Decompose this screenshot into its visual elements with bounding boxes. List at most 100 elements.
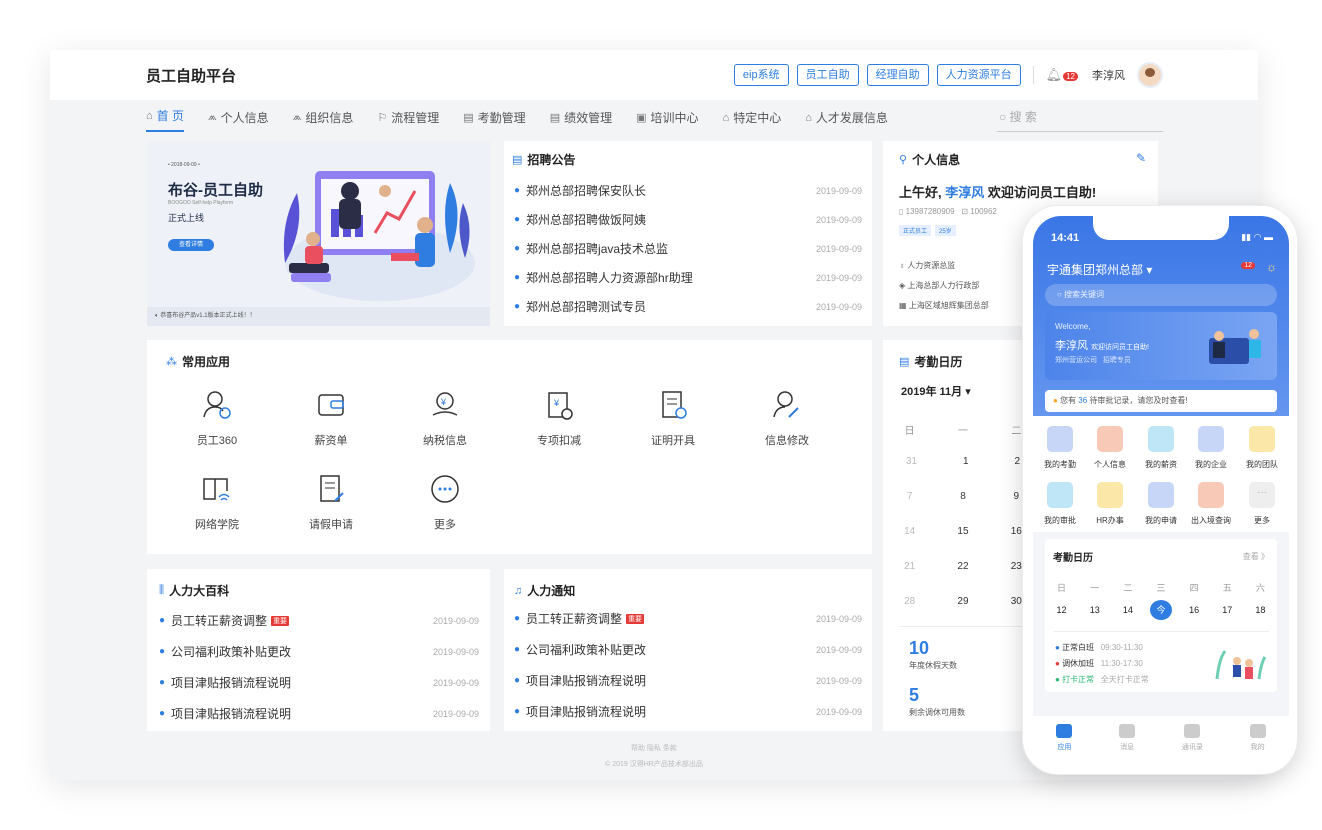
- calendar-row: 31 1 2: [905, 456, 1021, 467]
- phone-app-profile[interactable]: 个人信息: [1085, 426, 1135, 470]
- app-tax[interactable]: ¥ 纳税信息: [385, 388, 505, 448]
- phone-search-input[interactable]: ○ 搜索关键词: [1045, 284, 1277, 306]
- phone-mockup: 14:41 ▮▮ ◠ ▬ 宇通集团郑州总部 ▾ 12 ☼ ○ 搜索关键词 Wel…: [1022, 205, 1298, 775]
- nav-personal-info[interactable]: ⩕ 个人信息: [208, 109, 269, 132]
- today-marker: 今: [1149, 600, 1172, 620]
- nav-home[interactable]: ⌂ 首 页: [146, 107, 184, 132]
- company-selector[interactable]: 宇通集团郑州总部 ▾: [1047, 261, 1152, 278]
- banner-tagline: 正式上线: [168, 213, 205, 223]
- phone-app-team[interactable]: 我的团队: [1237, 426, 1287, 470]
- phone-app-approval[interactable]: 我的审批: [1035, 482, 1085, 526]
- more-icon: ···: [1249, 482, 1275, 508]
- list-item[interactable]: ● 郑州总部招聘测试专员 2019-09-09: [514, 298, 862, 315]
- notification-bell[interactable]: 🔔︎ 12: [1046, 67, 1078, 83]
- app-more[interactable]: 更多: [385, 472, 505, 532]
- phone-app-immigration[interactable]: 出入境查询: [1186, 482, 1236, 526]
- edit-icon[interactable]: ✎: [1136, 151, 1146, 165]
- phone-app-more[interactable]: ··· 更多: [1237, 482, 1287, 526]
- phone-app-company[interactable]: 我的企业: [1186, 426, 1236, 470]
- list-item[interactable]: ● 项目津贴报销流程说明 2019-09-09: [159, 705, 479, 722]
- hr-platform-button[interactable]: 人力资源平台: [936, 64, 1021, 86]
- list-item[interactable]: ● 郑州总部招聘做饭阿姨 2019-09-09: [514, 211, 862, 228]
- profile-group: ▦ 上海区域旭辉集团总部: [899, 301, 989, 310]
- phone-app-grid: 我的考勤 个人信息 我的薪资 我的企业 我的团队 我的审批 HR办事 我的申请 …: [1033, 416, 1289, 532]
- list-item[interactable]: ● 项目津贴报销流程说明 2019-09-09: [514, 672, 862, 689]
- bullet-icon: ●: [514, 185, 521, 196]
- phone-app-hr[interactable]: HR办事: [1085, 482, 1135, 526]
- nav-special[interactable]: ⌂ 特定中心: [723, 109, 782, 132]
- app-employee360[interactable]: 员工360: [157, 388, 277, 448]
- bullet-icon: ●: [514, 613, 521, 624]
- list-item[interactable]: ● 公司福利政策补贴更改 2019-09-09: [159, 643, 479, 660]
- bell-icon: ♫: [514, 584, 523, 597]
- month-selector[interactable]: 2019年 11月 ▾: [901, 383, 971, 399]
- profile-dept: ♁ 人力资源总监: [899, 261, 956, 270]
- annual-label: 年度休假天数: [909, 661, 957, 670]
- apps-title: ⁂ 常用应用: [166, 355, 231, 369]
- eip-button[interactable]: eip系统: [733, 64, 789, 86]
- banner-welcome: Welcome,: [1055, 322, 1091, 331]
- phone-app-attendance[interactable]: 我的考勤: [1035, 426, 1085, 470]
- user-icon: [1249, 724, 1266, 738]
- wallet-icon: [314, 388, 348, 422]
- team-icon: [1249, 426, 1275, 452]
- calendar-icon: ▤: [899, 356, 910, 368]
- phone-approval-notice[interactable]: ● 您有 36 待审批记录，请您及时查看!: [1045, 390, 1277, 412]
- adjust-label: 剩余调休可用数: [909, 708, 965, 717]
- app-payslip[interactable]: 薪资单: [271, 388, 391, 448]
- tab-contacts[interactable]: 通讯录: [1182, 724, 1203, 766]
- nav-performance[interactable]: ▤ 绩效管理: [550, 109, 612, 132]
- person-clock-icon: [200, 388, 234, 422]
- phone-banner: Welcome, 李淳风 欢迎访问员工自助! 郑州营运公司 招聘专员: [1045, 312, 1277, 380]
- list-item[interactable]: ● 郑州总部招聘人力资源部hr助理 2019-09-09: [514, 269, 862, 286]
- list-item[interactable]: ● 项目津贴报销流程说明 2019-09-09: [514, 703, 862, 720]
- user-name[interactable]: 李淳风: [1092, 67, 1125, 83]
- library-icon: ⫼: [159, 584, 165, 596]
- nav-label: 个人信息: [220, 111, 269, 125]
- nav-org-info[interactable]: ⩕ 组织信息: [293, 109, 354, 132]
- nav-attendance[interactable]: ▤ 考勤管理: [463, 109, 525, 132]
- tab-mine[interactable]: 我的: [1249, 724, 1266, 766]
- tab-apps[interactable]: 应用: [1056, 724, 1073, 766]
- list-item[interactable]: ● 员工转正薪资调整 重要 2019-09-09: [159, 612, 479, 629]
- list-item[interactable]: ● 项目津贴报销流程说明 2019-09-09: [159, 674, 479, 691]
- nav-label: 考勤管理: [477, 111, 526, 125]
- more-icon: [428, 472, 462, 506]
- search-input[interactable]: ○ 搜 索: [997, 108, 1163, 132]
- weekday-row: 日一二三四五六: [1057, 583, 1265, 593]
- sun-icon[interactable]: ☼: [1266, 260, 1277, 274]
- deduction-icon: ¥: [542, 388, 576, 422]
- view-more-link[interactable]: 查看 》: [1243, 551, 1269, 562]
- avatar[interactable]: [1137, 62, 1163, 88]
- list-item[interactable]: ● 公司福利政策补贴更改 2019-09-09: [514, 641, 862, 658]
- app-edit-info[interactable]: 信息修改: [727, 388, 847, 448]
- app-certificate[interactable]: 证明开具: [613, 388, 733, 448]
- self-service-button[interactable]: 员工自助: [796, 64, 859, 86]
- view-details-button[interactable]: 查看详情: [168, 239, 214, 251]
- nav-label: 首 页: [156, 109, 184, 123]
- app-leave[interactable]: 请假申请: [271, 472, 391, 532]
- edit-user-icon: [770, 388, 804, 422]
- bullet-icon: ●: [514, 243, 521, 254]
- manager-service-button[interactable]: 经理自助: [866, 64, 929, 86]
- bullet-icon: ●: [159, 677, 166, 688]
- tab-messages[interactable]: 消息: [1119, 724, 1136, 766]
- nav-talent[interactable]: ⌂ 人才发展信息: [805, 109, 888, 132]
- nav-label: 培训中心: [650, 111, 699, 125]
- nav-process[interactable]: ⚐ 流程管理: [377, 109, 439, 132]
- hr-notice-title: ♫ 人力通知: [514, 584, 576, 598]
- apps-card: ⁂ 常用应用 员工360 薪资单 ¥ 纳税信息 ¥ 专项扣减 证明开具 信息修改 网络…: [147, 340, 872, 554]
- banner-illustration: [283, 171, 475, 301]
- list-item[interactable]: ● 郑州总部招聘保安队长 2019-09-09: [514, 182, 862, 199]
- home-icon: ⌂: [722, 111, 730, 124]
- nav-training[interactable]: ▣ 培训中心: [636, 109, 698, 132]
- list-item[interactable]: ● 员工转正薪资调整 重要 2019-09-09: [514, 610, 862, 627]
- bullet-icon: ●: [514, 214, 521, 225]
- list-item[interactable]: ● 郑州总部招聘java技术总监 2019-09-09: [514, 240, 862, 257]
- immigration-icon: [1198, 482, 1224, 508]
- phone-app-request[interactable]: 我的申请: [1136, 482, 1186, 526]
- app-deduction[interactable]: ¥ 专项扣减: [499, 388, 619, 448]
- app-academy[interactable]: 网络学院: [157, 472, 277, 532]
- attendance-icon: [1047, 426, 1073, 452]
- phone-app-salary[interactable]: 我的薪资: [1136, 426, 1186, 470]
